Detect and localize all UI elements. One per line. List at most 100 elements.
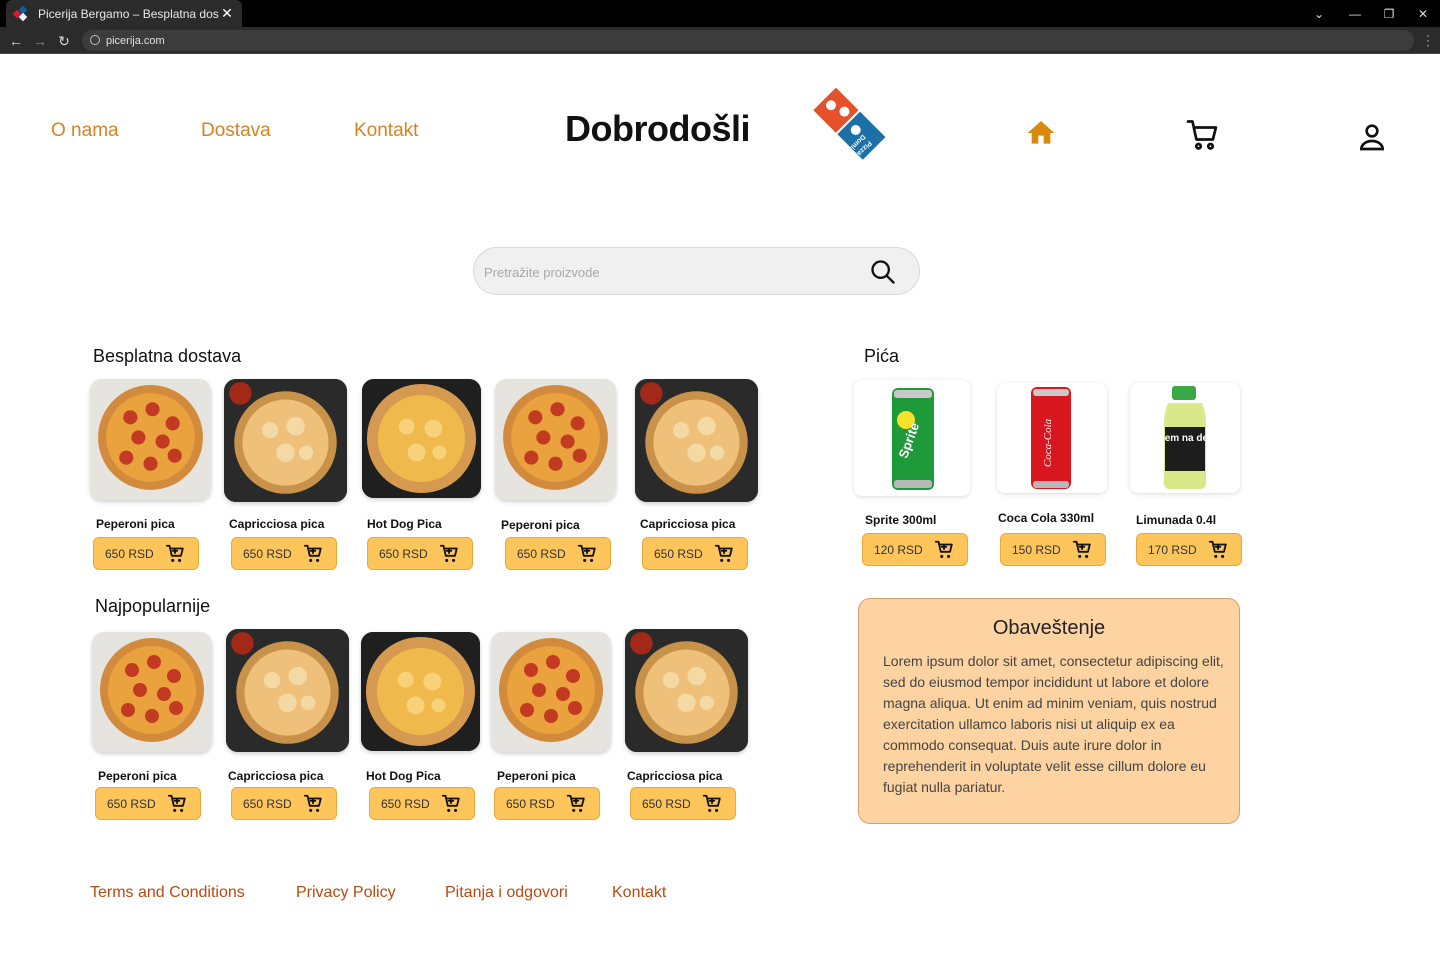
nav-link-o-nama[interactable]: O nama: [51, 120, 119, 142]
pizza-image-capricciosa[interactable]: [226, 629, 349, 752]
price-label: 650 RSD: [654, 546, 703, 561]
price-label: 650 RSD: [105, 546, 154, 561]
close-tab-icon[interactable]: ✕: [220, 5, 234, 22]
limunada-label: lem na de: [1162, 433, 1209, 444]
tab-title: Picerija Bergamo – Besplatna dos: [38, 6, 219, 21]
search-bar: [473, 247, 920, 295]
add-cart-icon: [302, 543, 324, 568]
coca-cola-label: Coca-Cola: [1042, 418, 1054, 467]
product-name: Capricciosa pica: [228, 769, 324, 783]
browser-tab-bar: Picerija Bergamo – Besplatna dos ✕ ⌄ — ❐…: [0, 0, 1440, 27]
add-cart-icon: [164, 543, 186, 568]
add-to-cart-button[interactable]: 170 RSD: [1136, 533, 1242, 566]
browser-menu-icon[interactable]: · · ·: [1426, 29, 1430, 51]
product-name: Peperoni pica: [96, 517, 175, 531]
site-info-icon[interactable]: [90, 35, 100, 45]
price-label: 650 RSD: [243, 796, 292, 811]
add-cart-icon: [440, 793, 462, 818]
close-window-icon[interactable]: ✕: [1406, 0, 1440, 27]
drink-image-sprite[interactable]: Sprite: [854, 380, 970, 496]
price-label: 650 RSD: [107, 796, 156, 811]
pizza-image-capricciosa[interactable]: [635, 379, 758, 502]
footer-link-privacy[interactable]: Privacy Policy: [296, 884, 396, 902]
pizza-image-pepperoni[interactable]: [90, 379, 211, 500]
price-label: 650 RSD: [379, 546, 428, 561]
reload-icon[interactable]: ↻: [54, 31, 74, 51]
product-name: Peperoni pica: [501, 518, 580, 532]
price-label: 650 RSD: [642, 796, 691, 811]
product-name: Hot Dog Pica: [366, 769, 441, 783]
product-name: Capricciosa pica: [627, 769, 723, 783]
notice-panel: Obaveštenje Lorem ipsum dolor sit amet, …: [858, 598, 1240, 824]
home-icon[interactable]: [1025, 117, 1057, 154]
address-bar: ← → ↻ picerija.com · · ·: [0, 27, 1440, 54]
restore-icon[interactable]: ❐: [1372, 0, 1406, 27]
minimize-icon[interactable]: —: [1338, 0, 1372, 27]
section-title-free-delivery: Besplatna dostava: [93, 346, 242, 366]
add-to-cart-button[interactable]: 650 RSD: [95, 787, 201, 820]
add-to-cart-button[interactable]: 650 RSD: [231, 537, 337, 570]
product-name: Peperoni pica: [497, 769, 576, 783]
add-to-cart-button[interactable]: 150 RSD: [1000, 533, 1106, 566]
url-text: picerija.com: [106, 34, 165, 47]
add-cart-icon: [576, 543, 598, 568]
pizza-image-pepperoni[interactable]: [491, 632, 611, 752]
dominos-logo[interactable]: Domino's Pizza: [797, 84, 889, 174]
notice-body: Lorem ipsum dolor sit amet, consectetur …: [883, 653, 1224, 795]
notice-title: Obaveštenje: [992, 617, 1106, 639]
pizza-image-hotdog[interactable]: [361, 632, 480, 751]
pizza-image-capricciosa[interactable]: [224, 379, 347, 502]
section-title-drinks: Pića: [864, 346, 900, 366]
add-to-cart-button[interactable]: 650 RSD: [369, 787, 475, 820]
add-cart-icon: [166, 793, 188, 818]
price-label: 150 RSD: [1012, 542, 1061, 557]
forward-icon[interactable]: →: [30, 31, 50, 51]
product-name: Limunada 0.4l: [1136, 513, 1217, 527]
product-name: Coca Cola 330ml: [998, 511, 1095, 525]
search-input[interactable]: [484, 261, 854, 283]
add-cart-icon: [438, 543, 460, 568]
footer-link-faq[interactable]: Pitanja i odgovori: [445, 884, 568, 902]
product-name: Sprite 300ml: [865, 513, 937, 527]
add-to-cart-button[interactable]: 650 RSD: [93, 537, 199, 570]
search-icon[interactable]: [869, 258, 897, 291]
add-to-cart-button[interactable]: 650 RSD: [367, 537, 473, 570]
footer-link-kontakt[interactable]: Kontakt: [612, 884, 666, 902]
drink-image-limunada[interactable]: lem na de: [1130, 383, 1240, 493]
pizza-image-hotdog[interactable]: [362, 379, 481, 498]
back-icon[interactable]: ←: [6, 31, 26, 51]
add-cart-icon: [565, 793, 587, 818]
product-name: Hot Dog Pica: [367, 517, 442, 531]
add-cart-icon: [302, 793, 324, 818]
nav-link-dostava[interactable]: Dostava: [201, 120, 271, 142]
add-to-cart-button[interactable]: 650 RSD: [231, 787, 337, 820]
add-to-cart-button[interactable]: 650 RSD: [642, 537, 748, 570]
product-name: Peperoni pica: [98, 769, 177, 783]
add-cart-icon: [713, 543, 735, 568]
brand-title: Dobrodošli: [565, 108, 750, 149]
pizza-image-pepperoni[interactable]: [495, 379, 616, 500]
price-label: 650 RSD: [506, 796, 555, 811]
price-label: 650 RSD: [517, 546, 566, 561]
price-label: 650 RSD: [243, 546, 292, 561]
pizza-image-pepperoni[interactable]: [92, 632, 212, 752]
add-cart-icon: [1071, 539, 1093, 564]
tab-search-icon[interactable]: ⌄: [1302, 0, 1336, 27]
product-name: Capricciosa pica: [640, 517, 736, 531]
section-title-popular: Najpopularnije: [95, 596, 211, 616]
add-cart-icon: [701, 793, 723, 818]
drink-image-coca-cola[interactable]: Coca-Cola: [997, 383, 1107, 493]
url-field[interactable]: picerija.com: [82, 30, 1414, 51]
browser-tab[interactable]: Picerija Bergamo – Besplatna dos ✕: [6, 0, 242, 27]
nav-link-kontakt[interactable]: Kontakt: [354, 120, 418, 142]
add-to-cart-button[interactable]: 650 RSD: [494, 787, 600, 820]
pizza-image-capricciosa[interactable]: [625, 629, 748, 752]
user-icon[interactable]: [1356, 121, 1388, 158]
footer-link-terms[interactable]: Terms and Conditions: [90, 884, 245, 902]
add-to-cart-button[interactable]: 650 RSD: [630, 787, 736, 820]
add-cart-icon: [1207, 539, 1229, 564]
price-label: 120 RSD: [874, 542, 923, 557]
add-to-cart-button[interactable]: 650 RSD: [505, 537, 611, 570]
add-to-cart-button[interactable]: 120 RSD: [862, 533, 968, 566]
cart-icon[interactable]: [1185, 117, 1221, 158]
